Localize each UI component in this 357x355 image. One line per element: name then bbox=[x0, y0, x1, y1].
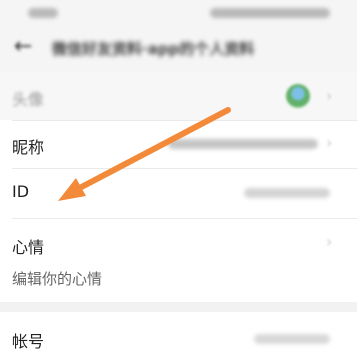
id-label: ID bbox=[12, 182, 30, 201]
account-row[interactable]: 帐号 bbox=[0, 312, 357, 355]
mood-row[interactable]: 心情 › 编辑你的心情 bbox=[0, 218, 357, 302]
nickname-row[interactable]: 昵称 › bbox=[0, 120, 357, 168]
section-gap bbox=[0, 302, 357, 312]
status-time bbox=[28, 8, 58, 18]
status-icons bbox=[210, 8, 330, 18]
avatar-label: 头像 bbox=[12, 90, 45, 109]
nav-header: ← 微信好友资料·app的个人资料 bbox=[0, 26, 357, 70]
avatar[interactable] bbox=[286, 84, 310, 108]
status-bar bbox=[0, 0, 357, 26]
account-value bbox=[254, 334, 330, 344]
back-icon[interactable]: ← bbox=[14, 36, 32, 58]
divider bbox=[12, 120, 357, 121]
mood-label: 心情 bbox=[12, 238, 45, 257]
page-title: 微信好友资料·app的个人资料 bbox=[52, 40, 255, 58]
id-row[interactable]: ID bbox=[0, 168, 357, 218]
nickname-value bbox=[168, 139, 318, 149]
divider bbox=[12, 218, 357, 219]
mood-input[interactable]: 编辑你的心情 bbox=[12, 268, 102, 289]
chevron-right-icon: › bbox=[326, 232, 333, 251]
nickname-label: 昵称 bbox=[12, 138, 45, 157]
chevron-right-icon: › bbox=[326, 86, 333, 105]
id-value bbox=[244, 188, 330, 198]
account-label: 帐号 bbox=[12, 332, 45, 351]
avatar-row[interactable]: 头像 › bbox=[0, 72, 357, 120]
divider bbox=[12, 168, 357, 169]
chevron-right-icon: › bbox=[326, 133, 333, 152]
